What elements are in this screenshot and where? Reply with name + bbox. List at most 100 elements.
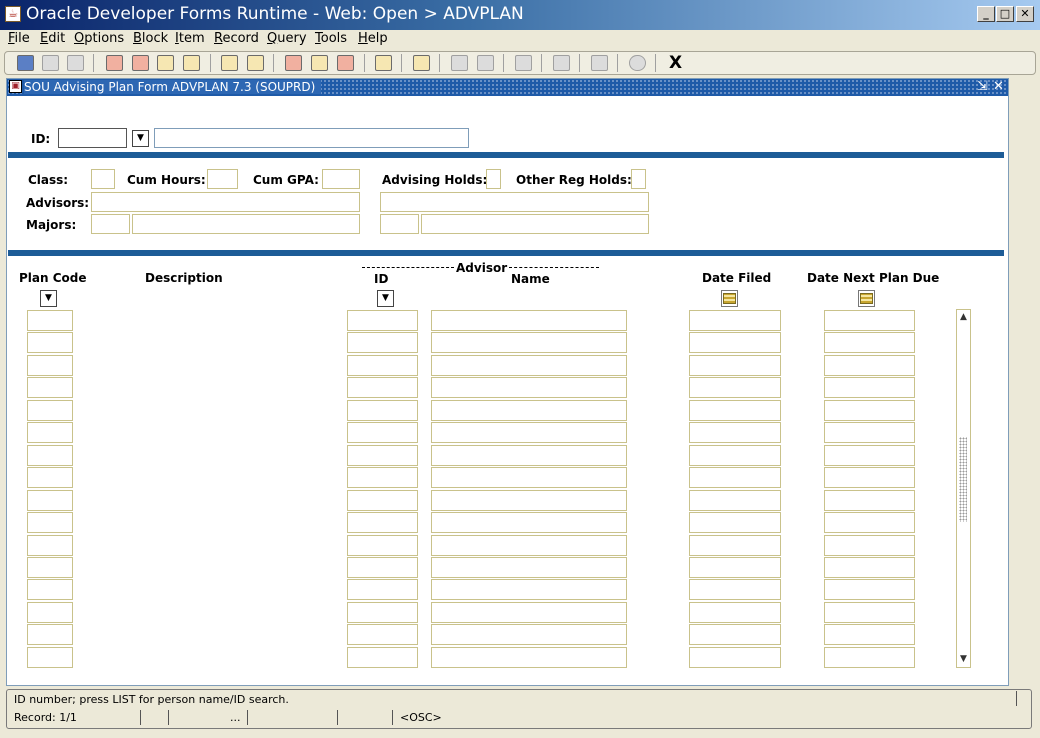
minimize-button[interactable]: _: [977, 6, 995, 22]
date-next-plan-due-cell[interactable]: [824, 557, 915, 578]
plan-code-cell[interactable]: [27, 422, 73, 443]
advisor-id-cell[interactable]: [347, 377, 418, 398]
clear-record-icon[interactable]: [337, 55, 354, 71]
menu-query[interactable]: Query: [267, 31, 307, 46]
menu-file[interactable]: File: [8, 31, 30, 46]
advisor-id-cell[interactable]: [347, 467, 418, 488]
menu-help[interactable]: Help: [358, 31, 388, 46]
next-block-icon[interactable]: [183, 55, 200, 71]
date-filed-cell[interactable]: [689, 490, 781, 511]
major-1-code-field[interactable]: [91, 214, 130, 234]
advisor-name-cell[interactable]: [431, 512, 627, 533]
advisor-id-cell[interactable]: [347, 490, 418, 511]
date-filed-cell[interactable]: [689, 332, 781, 353]
date-next-plan-due-cell[interactable]: [824, 355, 915, 376]
advisor-id-cell[interactable]: [347, 579, 418, 600]
plan-code-cell[interactable]: [27, 624, 73, 645]
scroll-up-icon[interactable]: ▲: [958, 312, 969, 322]
advisor-name-cell[interactable]: [431, 310, 627, 331]
rollback-icon[interactable]: [42, 55, 59, 71]
plan-code-cell[interactable]: [27, 332, 73, 353]
advisor-name-cell[interactable]: [431, 355, 627, 376]
advisor-id-cell[interactable]: [347, 535, 418, 556]
export-icon[interactable]: [591, 55, 608, 71]
advisor-id-cell[interactable]: [347, 445, 418, 466]
advisor-id-cell[interactable]: [347, 647, 418, 668]
major-2-code-field[interactable]: [380, 214, 419, 234]
advisor-name-cell[interactable]: [431, 535, 627, 556]
date-filed-cell[interactable]: [689, 377, 781, 398]
advisor-1-field[interactable]: [91, 192, 360, 212]
advisor-id-dropdown[interactable]: ▼: [377, 290, 394, 307]
advisor-name-cell[interactable]: [431, 624, 627, 645]
date-next-plan-due-cell[interactable]: [824, 535, 915, 556]
execute-query-icon[interactable]: [247, 55, 264, 71]
menu-tools[interactable]: Tools: [315, 31, 347, 46]
other-reg-holds-field[interactable]: [631, 169, 646, 189]
plan-code-cell[interactable]: [27, 310, 73, 331]
plan-code-cell[interactable]: [27, 557, 73, 578]
advisor-name-cell[interactable]: [431, 557, 627, 578]
major-1-desc-field[interactable]: [132, 214, 360, 234]
date-filed-cell[interactable]: [689, 400, 781, 421]
plan-code-cell[interactable]: [27, 579, 73, 600]
advisor-id-cell[interactable]: [347, 557, 418, 578]
date-next-plan-due-cell[interactable]: [824, 310, 915, 331]
date-filed-cell[interactable]: [689, 535, 781, 556]
date-next-plan-due-cell[interactable]: [824, 332, 915, 353]
target-icon[interactable]: [553, 55, 570, 71]
plan-code-cell[interactable]: [27, 467, 73, 488]
date-filed-cell[interactable]: [689, 579, 781, 600]
date-filed-cell[interactable]: [689, 602, 781, 623]
menu-record[interactable]: Record: [214, 31, 259, 46]
menu-block[interactable]: Block: [133, 31, 168, 46]
date-next-plan-due-cell[interactable]: [824, 490, 915, 511]
advisor-id-cell[interactable]: [347, 512, 418, 533]
advisor-id-cell[interactable]: [347, 332, 418, 353]
major-2-desc-field[interactable]: [421, 214, 649, 234]
date-next-plan-due-cell[interactable]: [824, 400, 915, 421]
date-next-plan-due-cell[interactable]: [824, 602, 915, 623]
date-next-plan-due-cell[interactable]: [824, 377, 915, 398]
duplicate-icon[interactable]: [375, 55, 392, 71]
date-filed-cell[interactable]: [689, 445, 781, 466]
plan-code-cell[interactable]: [27, 445, 73, 466]
plan-code-cell[interactable]: [27, 355, 73, 376]
advisor-name-cell[interactable]: [431, 579, 627, 600]
plan-code-dropdown[interactable]: ▼: [40, 290, 57, 307]
date-filed-cell[interactable]: [689, 310, 781, 331]
date-next-plan-due-cell[interactable]: [824, 579, 915, 600]
advisor-id-cell[interactable]: [347, 400, 418, 421]
advisor-name-cell[interactable]: [431, 445, 627, 466]
help-icon[interactable]: [629, 55, 646, 71]
date-filed-cell[interactable]: [689, 355, 781, 376]
date-next-plan-due-cell[interactable]: [824, 624, 915, 645]
advisor-name-cell[interactable]: [431, 332, 627, 353]
print-form-icon[interactable]: [67, 55, 84, 71]
previous-block-icon[interactable]: [157, 55, 174, 71]
advisor-name-cell[interactable]: [431, 400, 627, 421]
insert-record-icon[interactable]: [106, 55, 123, 71]
id-name-field[interactable]: [154, 128, 469, 148]
date-next-plan-due-cell[interactable]: [824, 467, 915, 488]
id-search-dropdown[interactable]: ▼: [132, 130, 149, 147]
advisor-id-cell[interactable]: [347, 355, 418, 376]
date-filed-cell[interactable]: [689, 624, 781, 645]
date-next-plan-due-cell[interactable]: [824, 512, 915, 533]
plan-code-cell[interactable]: [27, 512, 73, 533]
plan-code-cell[interactable]: [27, 535, 73, 556]
menu-edit[interactable]: Edit: [40, 31, 65, 46]
advisor-id-cell[interactable]: [347, 624, 418, 645]
advisor-2-field[interactable]: [380, 192, 649, 212]
advisor-name-cell[interactable]: [431, 490, 627, 511]
menu-item[interactable]: Item: [175, 31, 205, 46]
date-filed-calendar-icon[interactable]: [721, 290, 738, 307]
plan-code-cell[interactable]: [27, 490, 73, 511]
item-help-icon[interactable]: [285, 55, 302, 71]
id-input[interactable]: [58, 128, 127, 148]
date-filed-cell[interactable]: [689, 557, 781, 578]
date-next-plan-due-cell[interactable]: [824, 647, 915, 668]
date-filed-cell[interactable]: [689, 512, 781, 533]
plan-code-cell[interactable]: [27, 400, 73, 421]
copy-icon[interactable]: [477, 55, 494, 71]
